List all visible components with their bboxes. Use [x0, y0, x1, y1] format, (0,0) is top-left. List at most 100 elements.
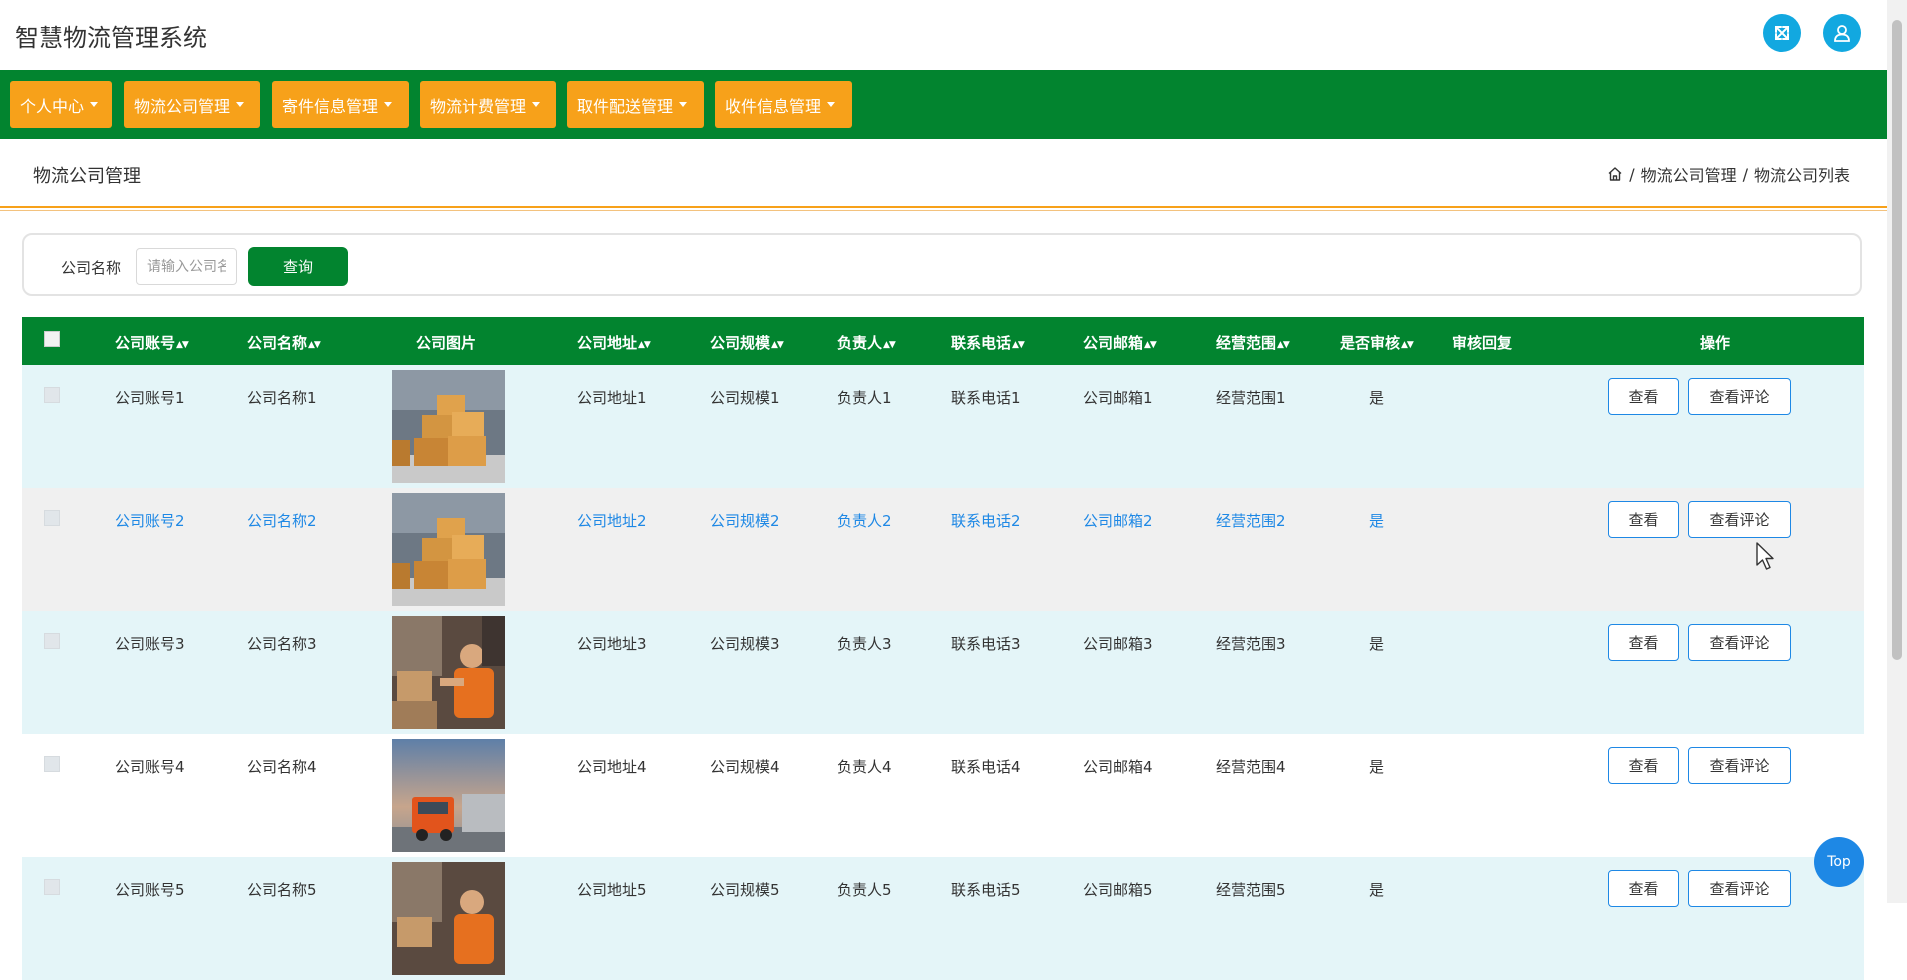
caret-down-icon	[236, 102, 245, 107]
sort-icon: ▲▼	[1401, 340, 1414, 350]
header-phone[interactable]: 联系电话▲▼	[951, 332, 1025, 353]
cell-email: 公司邮箱2	[1083, 512, 1153, 530]
search-panel: 公司名称 查询	[22, 233, 1862, 296]
row-checkbox[interactable]	[44, 879, 60, 895]
header-address[interactable]: 公司地址▲▼	[577, 332, 651, 353]
view-button[interactable]: 查看	[1608, 870, 1679, 907]
cell-account: 公司账号1	[115, 389, 185, 407]
sort-icon: ▲▼	[176, 340, 189, 350]
nav-label: 物流公司管理	[134, 96, 231, 116]
expand-icon	[1775, 26, 1789, 40]
cell-phone: 联系电话4	[951, 758, 1021, 776]
nav-logistics-company[interactable]: 物流公司管理	[124, 81, 260, 128]
view-comments-button[interactable]: 查看评论	[1688, 624, 1791, 661]
table-row: 公司账号2 公司名称2 公司地址2 公司规模2 负责人2 联系电话2 公司邮箱2…	[22, 488, 1864, 611]
view-comments-button[interactable]: 查看评论	[1688, 378, 1791, 415]
company-name-label: 公司名称	[61, 259, 122, 277]
cell-scope: 经营范围3	[1216, 635, 1286, 653]
header-scope[interactable]: 经营范围▲▼	[1216, 332, 1290, 353]
row-checkbox[interactable]	[44, 633, 60, 649]
cell-scope: 经营范围2	[1216, 512, 1286, 530]
cell-address: 公司地址4	[577, 758, 647, 776]
caret-down-icon	[827, 102, 836, 107]
cell-name: 公司名称3	[247, 635, 317, 653]
nav-billing[interactable]: 物流计费管理	[420, 81, 556, 128]
cell-account: 公司账号4	[115, 758, 185, 776]
sort-icon: ▲▼	[638, 340, 651, 350]
mouse-cursor-icon	[1756, 542, 1774, 570]
row-checkbox[interactable]	[44, 510, 60, 526]
cell-scope: 经营范围1	[1216, 389, 1286, 407]
cell-email: 公司邮箱3	[1083, 635, 1153, 653]
cell-scale: 公司规模2	[710, 512, 780, 530]
caret-down-icon	[384, 102, 393, 107]
user-icon	[1834, 25, 1850, 42]
header-audited[interactable]: 是否审核▲▼	[1340, 332, 1414, 353]
cell-scope: 经营范围5	[1216, 881, 1286, 899]
company-name-input[interactable]	[136, 248, 237, 285]
page-header: 物流公司管理 / 物流公司管理 / 物流公司列表	[0, 139, 1887, 205]
header-scale[interactable]: 公司规模▲▼	[710, 332, 784, 353]
cell-address: 公司地址2	[577, 512, 647, 530]
warehouse-image-icon	[392, 370, 505, 483]
search-button[interactable]: 查询	[248, 247, 348, 286]
row-checkbox[interactable]	[44, 387, 60, 403]
view-comments-button[interactable]: 查看评论	[1688, 870, 1791, 907]
header-divider-thin	[0, 210, 1887, 211]
cell-address: 公司地址3	[577, 635, 647, 653]
table-row: 公司账号5 公司名称5 公司地址5 公司规模5 负责人5 联系电话5 公司邮箱5…	[22, 857, 1864, 980]
scrollbar-thumb[interactable]	[1892, 20, 1902, 660]
truck-image-icon	[392, 739, 505, 852]
breadcrumb-separator: /	[1742, 164, 1748, 184]
page-scrollbar[interactable]	[1887, 0, 1907, 903]
company-table: 公司账号▲▼ 公司名称▲▼ 公司图片 公司地址▲▼ 公司规模▲▼ 负责人▲▼ 联…	[22, 317, 1864, 980]
nav-label: 物流计费管理	[430, 96, 527, 116]
cell-email: 公司邮箱1	[1083, 389, 1153, 407]
view-button[interactable]: 查看	[1608, 378, 1679, 415]
nav-label: 收件信息管理	[725, 96, 822, 116]
nav-personal-center[interactable]: 个人中心	[10, 81, 112, 128]
cell-name: 公司名称4	[247, 758, 317, 776]
cell-scale: 公司规模4	[710, 758, 780, 776]
cell-email: 公司邮箱5	[1083, 881, 1153, 899]
view-comments-button[interactable]: 查看评论	[1688, 501, 1791, 538]
view-button[interactable]: 查看	[1608, 747, 1679, 784]
header-name[interactable]: 公司名称▲▼	[247, 332, 321, 353]
header-email[interactable]: 公司邮箱▲▼	[1083, 332, 1157, 353]
sort-icon: ▲▼	[1277, 340, 1290, 350]
table-header: 公司账号▲▼ 公司名称▲▼ 公司图片 公司地址▲▼ 公司规模▲▼ 负责人▲▼ 联…	[22, 317, 1864, 365]
breadcrumb: / 物流公司管理 / 物流公司列表	[1607, 162, 1850, 186]
header-manager[interactable]: 负责人▲▼	[837, 332, 896, 353]
company-image	[392, 739, 505, 852]
cell-name: 公司名称1	[247, 389, 317, 407]
cell-manager: 负责人1	[837, 389, 892, 407]
select-all-checkbox[interactable]	[44, 331, 60, 347]
home-icon[interactable]	[1607, 166, 1623, 182]
cell-phone: 联系电话2	[951, 512, 1021, 530]
fullscreen-button[interactable]	[1763, 14, 1801, 52]
row-checkbox[interactable]	[44, 756, 60, 772]
view-button[interactable]: 查看	[1608, 624, 1679, 661]
warehouse-image-icon	[392, 493, 505, 606]
cell-audited: 是	[1369, 389, 1385, 407]
nav-receive-info[interactable]: 收件信息管理	[715, 81, 852, 128]
cell-name: 公司名称2	[247, 512, 317, 530]
cell-phone: 联系电话3	[951, 635, 1021, 653]
nav-pickup-delivery[interactable]: 取件配送管理	[567, 81, 704, 128]
header-account[interactable]: 公司账号▲▼	[115, 332, 189, 353]
cell-phone: 联系电话1	[951, 389, 1021, 407]
nav-label: 取件配送管理	[577, 96, 674, 116]
cell-audited: 是	[1369, 881, 1385, 899]
user-button[interactable]	[1823, 14, 1861, 52]
view-button[interactable]: 查看	[1608, 501, 1679, 538]
cell-address: 公司地址5	[577, 881, 647, 899]
header-image: 公司图片	[416, 334, 477, 352]
back-to-top-button[interactable]: Top	[1814, 837, 1864, 887]
cell-scope: 经营范围4	[1216, 758, 1286, 776]
courier-image-icon	[392, 862, 505, 975]
view-comments-button[interactable]: 查看评论	[1688, 747, 1791, 784]
courier-image-icon	[392, 616, 505, 729]
nav-shipment-info[interactable]: 寄件信息管理	[272, 81, 409, 128]
caret-down-icon	[679, 102, 688, 107]
breadcrumb-level1[interactable]: 物流公司管理	[1641, 162, 1737, 186]
